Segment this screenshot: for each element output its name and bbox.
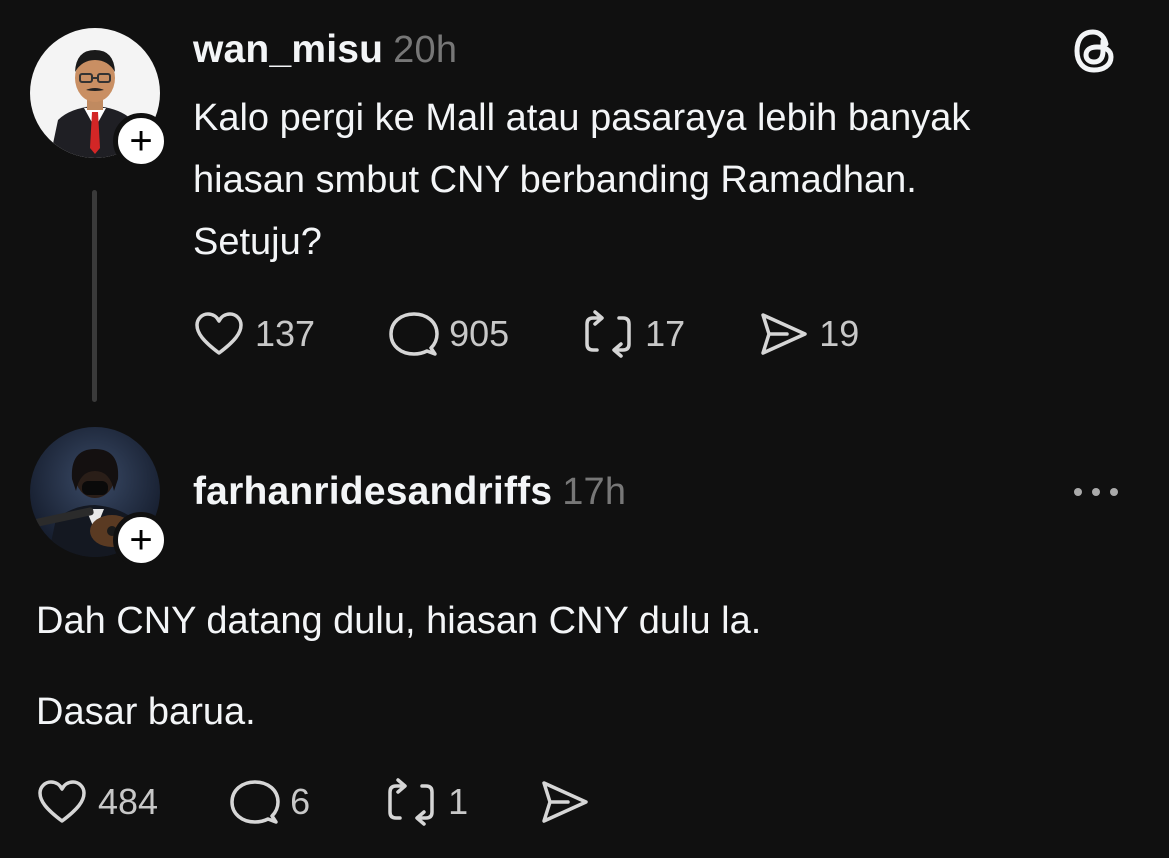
reply-repost-count: 1 [448, 781, 469, 822]
post-actions: 137 905 17 19 [193, 309, 859, 359]
repost-icon [388, 778, 434, 826]
heart-icon [38, 780, 86, 823]
repost-icon [585, 310, 631, 358]
heart-icon [195, 312, 243, 355]
reply-repost-button[interactable]: 1 [384, 778, 468, 826]
comment-bubble-icon [389, 312, 439, 356]
reply-reply-button[interactable]: 6 [228, 778, 310, 826]
reply-paragraph-2: Dasar barua. [36, 691, 256, 733]
thread-connector-line [92, 190, 97, 402]
reply-button[interactable]: 905 [387, 310, 509, 358]
reply-like-count: 484 [98, 781, 159, 822]
reply-count: 905 [449, 313, 510, 354]
reply-actions: 484 6 1 [36, 777, 590, 827]
comment-bubble-icon [230, 780, 280, 824]
like-button[interactable]: 137 [193, 311, 315, 357]
repost-count: 17 [645, 313, 686, 354]
plus-icon: + [129, 119, 153, 163]
reply-reply-count: 6 [290, 781, 311, 822]
follow-button-wan-misu[interactable]: + [113, 113, 169, 169]
reply-username[interactable]: farhanridesandriffs [193, 470, 552, 513]
reply-author[interactable]: farhanridesandriffs 17h [193, 470, 626, 514]
post-timestamp: 20h [393, 29, 458, 71]
more-dots-icon[interactable] [1070, 478, 1122, 506]
threads-logo-icon[interactable] [1068, 24, 1122, 78]
repost-button[interactable]: 17 [581, 310, 685, 358]
post-body: Kalo pergi ke Mall atau pasaraya lebih b… [193, 97, 971, 263]
follow-button-farhanridesandriffs[interactable]: + [113, 512, 169, 568]
send-icon [761, 313, 807, 355]
send-icon [542, 781, 588, 823]
share-count: 19 [819, 313, 860, 354]
reply-like-button[interactable]: 484 [36, 779, 158, 825]
reply-timestamp: 17h [562, 471, 627, 513]
post-author[interactable]: wan_misu 20h [193, 28, 457, 72]
share-button[interactable]: 19 [757, 311, 859, 357]
post-username[interactable]: wan_misu [193, 28, 383, 71]
like-count: 137 [255, 313, 316, 354]
reply-share-button[interactable] [538, 779, 590, 825]
reply-paragraph-1: Dah CNY datang dulu, hiasan CNY dulu la. [36, 600, 762, 642]
threads-screen: + wan_misu 20h Kalo pergi ke Mall atau pa… [0, 0, 1169, 858]
plus-icon: + [129, 518, 153, 562]
